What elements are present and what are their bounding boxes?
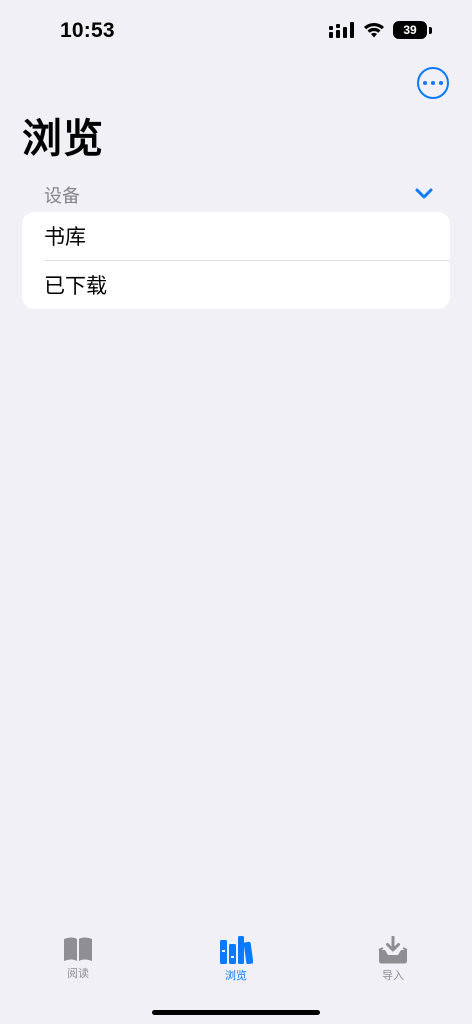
book-icon: [64, 937, 92, 961]
ellipsis-dot: [431, 81, 435, 85]
home-indicator[interactable]: [152, 1010, 320, 1015]
page-title: 浏览: [22, 116, 104, 162]
ellipsis-dot: [439, 81, 443, 85]
more-options-button[interactable]: [417, 67, 449, 99]
section-header-devices[interactable]: 设备: [22, 180, 450, 210]
tab-bar: 阅读 浏览 导入: [0, 924, 472, 1024]
section-label: 设备: [44, 186, 80, 207]
tab-label: 阅读: [67, 967, 89, 980]
chevron-down-icon[interactable]: [414, 184, 434, 204]
screen: 10:53 39 浏览 设备 书库 已下载 阅读 浏览 导入: [0, 0, 472, 1024]
list-item-library[interactable]: 书库: [22, 212, 450, 260]
list-item-label: 已下载: [44, 274, 107, 298]
list-item-label: 书库: [44, 225, 86, 249]
list-item-downloaded[interactable]: 已下载: [22, 261, 450, 309]
devices-list: 书库 已下载: [22, 212, 450, 309]
ellipsis-dot: [423, 81, 427, 85]
wifi-icon: [364, 23, 384, 38]
battery-tip: [429, 26, 432, 34]
tab-import[interactable]: 导入: [348, 936, 438, 983]
signal-icon: [329, 22, 354, 38]
library-icon: [220, 936, 253, 964]
status-bar: 10:53 39: [0, 0, 472, 64]
tab-reading[interactable]: 阅读: [33, 936, 123, 981]
tab-label: 浏览: [225, 969, 247, 982]
tab-label: 导入: [382, 969, 404, 982]
status-time: 10:53: [60, 19, 115, 42]
tab-browse[interactable]: 浏览: [191, 936, 281, 983]
tray-download-icon: [378, 936, 408, 964]
battery-indicator: 39: [393, 21, 427, 39]
status-icons: 39: [329, 21, 432, 39]
